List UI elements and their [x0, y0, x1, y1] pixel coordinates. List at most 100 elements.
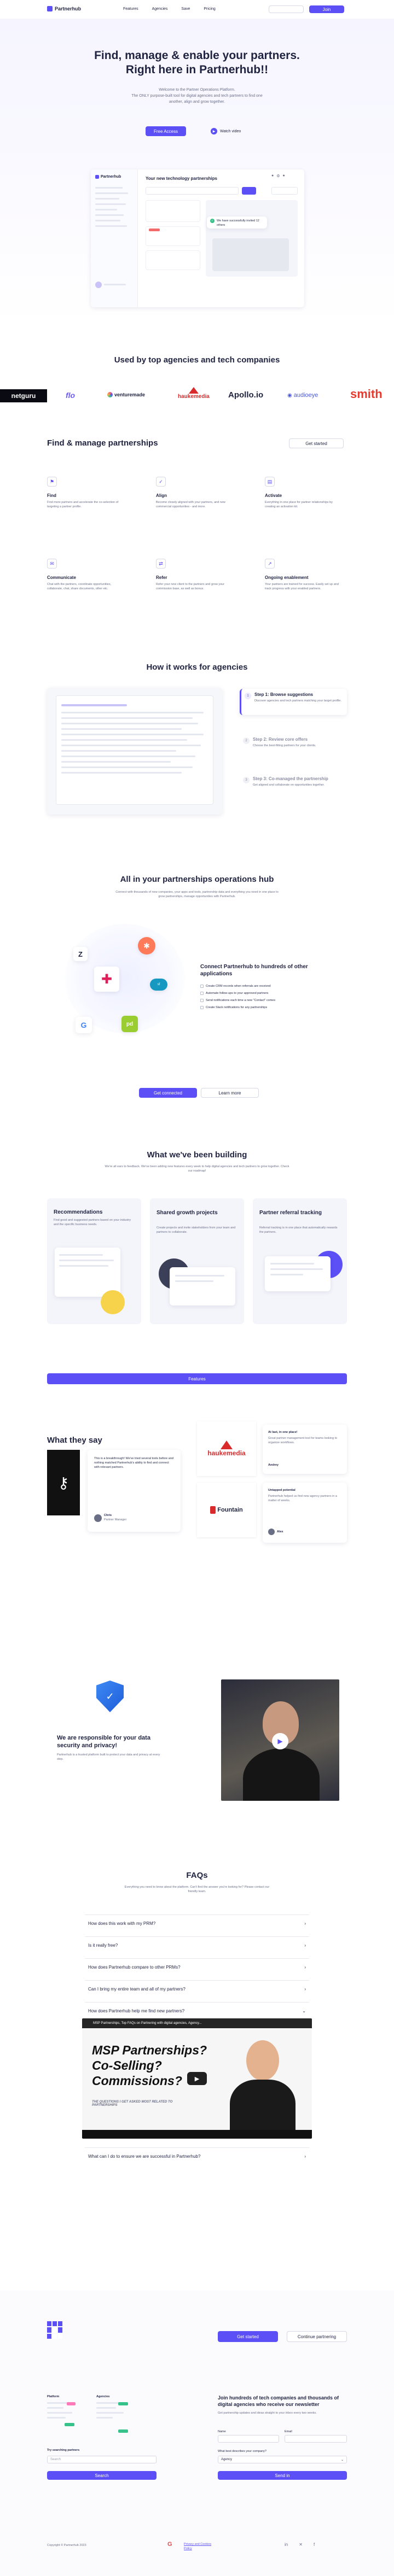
footer-link[interactable]	[47, 2412, 72, 2414]
hub-list: Create CRM records when referrals are re…	[200, 984, 321, 1012]
footer-cta-button[interactable]: Get started	[218, 2331, 278, 2342]
faq-item[interactable]: How does Partnerhub help me find new par…	[85, 2002, 309, 2019]
name-field[interactable]	[218, 2435, 279, 2443]
brand-logo[interactable]: Partnerhub	[47, 6, 81, 11]
venture-icon	[107, 392, 113, 397]
faq-title: FAQs	[186, 1871, 208, 1880]
privacy-link[interactable]: Privacy and Cookies Policy	[184, 2542, 217, 2551]
bell-icon: ●	[271, 174, 274, 178]
hero-cta-button[interactable]: Free Access	[146, 126, 186, 136]
nav-features[interactable]: Features	[123, 7, 138, 11]
step-2-icon: 2	[243, 737, 250, 744]
name-label: Name	[218, 2430, 226, 2433]
linkedin-icon[interactable]: in	[285, 2542, 288, 2547]
company-select[interactable]: Agency ⌄	[218, 2456, 347, 2463]
facebook-icon[interactable]: f	[314, 2542, 315, 2547]
hub-learn-button[interactable]: Learn more	[201, 1088, 259, 1098]
author-avatar	[268, 1529, 275, 1535]
how-step-3[interactable]: 3 Step 3: Co-managed the partnership Get…	[240, 773, 347, 799]
manage-start-button[interactable]: Get started	[289, 438, 344, 448]
chart-icon: ↗	[265, 559, 275, 569]
share-icon: ⇄	[156, 559, 166, 569]
faq-item[interactable]: What can I do to ensure we are successfu…	[85, 2147, 309, 2165]
flag-icon: ⚑	[47, 477, 57, 487]
how-step-1[interactable]: 1 Step 1: Browse suggestions Discover ag…	[240, 689, 347, 715]
hero-title-1: Find, manage & enable your partners.	[94, 49, 300, 62]
email-field[interactable]	[285, 2435, 347, 2443]
footer-link[interactable]	[96, 2412, 124, 2414]
faq-item[interactable]: How does Partnerhub compare to other PRM…	[85, 1958, 309, 1976]
footer-link[interactable]	[96, 2407, 116, 2409]
feature-refer: ⇄ Refer Refer your new client to the par…	[156, 559, 233, 591]
subscribe-button[interactable]: Send in	[218, 2471, 347, 2480]
logo-haukemedia: haukemedia	[178, 387, 210, 400]
footer-search-button[interactable]: Search	[47, 2471, 157, 2480]
how-line	[61, 766, 193, 768]
mock-filter-box	[271, 187, 298, 195]
footer-link[interactable]	[96, 2417, 113, 2419]
build-card-growth: Shared growth projects Create projects a…	[150, 1198, 244, 1324]
faq-video[interactable]: MSP Partnerships, Top FAQs on Partnering…	[82, 2018, 312, 2139]
social-icons: in ✕ f	[285, 2542, 315, 2547]
youtube-bar	[82, 2130, 312, 2139]
faq-item[interactable]: Is it really free? ›	[85, 1936, 309, 1954]
hauke-mark	[188, 387, 199, 394]
footer-link[interactable]	[47, 2407, 63, 2409]
footer-link[interactable]	[96, 2402, 120, 2404]
faq-item[interactable]: Can I bring my entire team and all of my…	[85, 1980, 309, 1998]
chevron-right-icon: ›	[304, 1987, 306, 1992]
mock-nav-line	[95, 220, 120, 221]
hub-list-item: Create Slack notifications for any partn…	[200, 1005, 321, 1010]
mock-nav-line	[95, 209, 117, 210]
youtube-play-icon[interactable]: ▶	[187, 2072, 207, 2085]
login-button[interactable]	[269, 5, 304, 13]
chevron-down-icon: ⌄	[340, 2458, 344, 2462]
play-icon: ▶	[211, 128, 217, 134]
faq-video-headline: MSP Partnerships? Co-Selling? Commission…	[92, 2043, 207, 2088]
footer-link[interactable]	[47, 2402, 69, 2404]
mock-nav-line	[95, 192, 128, 194]
join-button[interactable]: Join	[309, 5, 344, 13]
logos-title: Used by top agencies and tech companies	[114, 355, 280, 365]
security-video[interactable]: ▶	[221, 1679, 339, 1801]
feature-activate: ▤ Activate Everything in one place for p…	[265, 477, 341, 509]
hub-sub: Connect with thousands of new companies,…	[115, 891, 279, 898]
hub-connect-title: Connect Partnerhub to hundreds of other …	[200, 964, 308, 977]
feature-communicate: ✉ Communicate Chat with the partners, co…	[47, 559, 124, 591]
nav-save[interactable]: Save	[181, 7, 190, 11]
footer-search-input[interactable]: Search	[47, 2456, 157, 2463]
footer-link[interactable]	[47, 2417, 66, 2419]
slack-icon: ✚	[94, 967, 119, 992]
zendesk-icon: Z	[73, 947, 88, 961]
footer-col-platform: Platform	[47, 2394, 91, 2422]
testimonial-logo-dark: ⚷	[47, 1450, 80, 1515]
step-3-icon: 3	[243, 777, 250, 783]
features-button[interactable]: Features	[47, 1373, 347, 1384]
testimonial-2: At last, in one place! Great partner man…	[263, 1425, 347, 1474]
how-step-2[interactable]: 2 Step 2: Review core offers Choose the …	[240, 734, 347, 756]
faq-video-small: THE QUESTIONS I GET ASKED MOST RELATED T…	[92, 2100, 173, 2107]
mock-nav-line	[95, 187, 123, 189]
footer-continue-button[interactable]: Continue partnering	[287, 2331, 347, 2342]
twitter-icon[interactable]: ✕	[299, 2542, 303, 2547]
mock-red-tag	[149, 229, 160, 231]
layers-icon: ▤	[265, 477, 275, 487]
hero-video-link[interactable]: ▶ Watch video	[211, 128, 241, 134]
presenter-body	[243, 1748, 320, 1801]
check-icon	[200, 1006, 204, 1009]
salesforce-icon: sf	[150, 979, 167, 991]
chevron-right-icon: ›	[304, 1943, 306, 1948]
check-icon	[200, 985, 204, 988]
nav-pricing[interactable]: Pricing	[204, 7, 215, 11]
growth-line	[175, 1275, 224, 1277]
logo-venturemade: venturemade	[107, 392, 145, 397]
nav-agencies[interactable]: Agencies	[152, 7, 168, 11]
video-play-icon[interactable]: ▶	[272, 1733, 288, 1749]
build-card-recommendations: Recommendations Find good and suggested …	[47, 1198, 141, 1324]
footer-newsletter-label: Try searching partners	[47, 2449, 80, 2452]
check-icon	[200, 992, 204, 995]
top-nav: Partnerhub Features Agencies Save Pricin…	[0, 0, 394, 19]
faq-item[interactable]: How does this work with my PRM? ›	[85, 1915, 309, 1932]
hub-connect-button[interactable]: Get connected	[139, 1088, 197, 1098]
footer-join-title: Join hundreds of tech companies and thou…	[218, 2395, 339, 2407]
